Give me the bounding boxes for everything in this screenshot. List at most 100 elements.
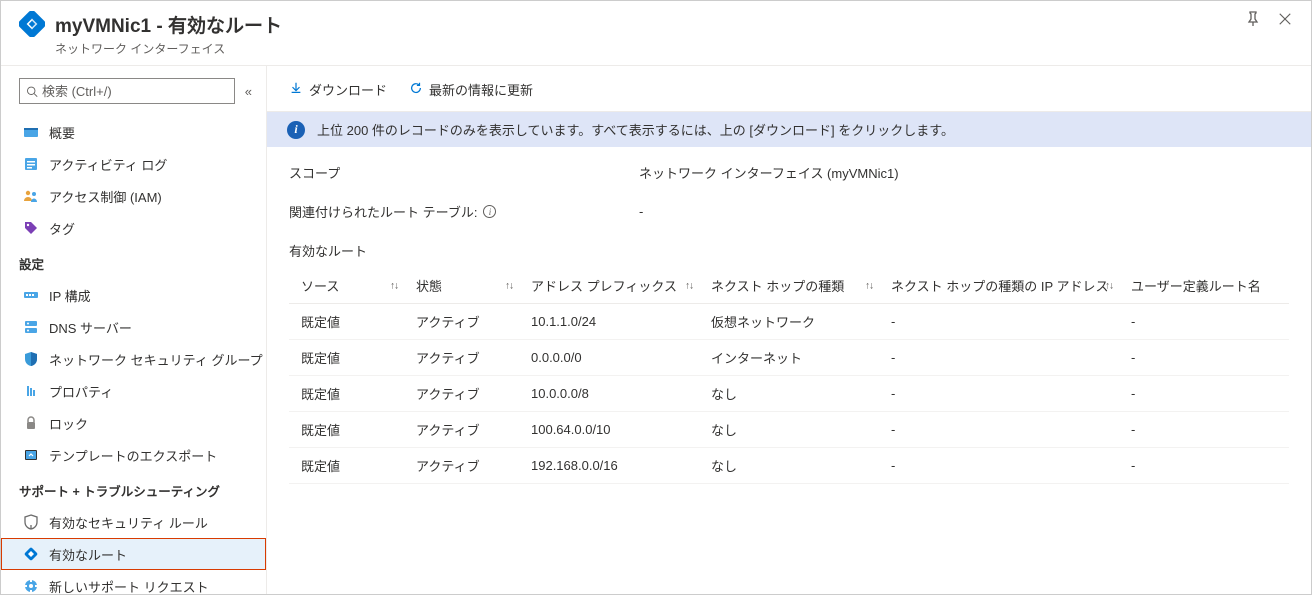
sidebar-item-label: 有効なルート (49, 545, 127, 564)
effsec-icon (23, 514, 39, 530)
nsg-icon (23, 351, 39, 367)
column-header[interactable]: アドレス プレフィックス↑↓ (519, 268, 699, 304)
cell-ip: - (879, 340, 1119, 376)
cell-ip: - (879, 448, 1119, 484)
column-header[interactable]: ユーザー定義ルート名 (1119, 268, 1289, 304)
sort-icon: ↑↓ (865, 280, 873, 291)
lock-icon (23, 415, 39, 431)
sort-icon: ↑↓ (685, 280, 693, 291)
sidebar-item-support[interactable]: 新しいサポート リクエスト (1, 570, 266, 602)
sidebar-item-label: タグ (49, 219, 75, 238)
column-header[interactable]: ソース↑↓ (289, 268, 404, 304)
cell-hop: 仮想ネットワーク (699, 304, 879, 340)
column-header[interactable]: 状態↑↓ (404, 268, 519, 304)
sidebar-item-tags[interactable]: タグ (1, 212, 266, 244)
info-tooltip-icon[interactable]: i (483, 205, 496, 218)
tags-icon (23, 220, 39, 236)
scope-label: スコープ (289, 163, 639, 182)
dns-icon (23, 319, 39, 335)
cell-hop: なし (699, 448, 879, 484)
table-row[interactable]: 既定値アクティブ10.0.0.0/8なし-- (289, 376, 1289, 412)
export-icon (23, 447, 39, 463)
download-icon (289, 81, 303, 98)
sidebar-item-label: 概要 (49, 123, 75, 142)
cell-hop: インターネット (699, 340, 879, 376)
scope-value: ネットワーク インターフェイス (myVMNic1) (639, 163, 899, 182)
cell-src: 既定値 (289, 304, 404, 340)
cell-prefix: 192.168.0.0/16 (519, 448, 699, 484)
cell-state: アクティブ (404, 448, 519, 484)
sidebar-item-ipconfig[interactable]: IP 構成 (1, 279, 266, 311)
cell-hop: なし (699, 376, 879, 412)
sidebar-item-export[interactable]: テンプレートのエクスポート (1, 439, 266, 471)
sidebar-item-effsec[interactable]: 有効なセキュリティ ルール (1, 506, 266, 538)
info-message: 上位 200 件のレコードのみを表示しています。すべて表示するには、上の [ダウ… (317, 120, 954, 139)
sidebar-group-heading: 設定 (1, 244, 266, 279)
sort-icon: ↑↓ (505, 280, 513, 291)
cell-user: - (1119, 448, 1289, 484)
cell-state: アクティブ (404, 340, 519, 376)
props-icon (23, 383, 39, 399)
cell-user: - (1119, 376, 1289, 412)
search-input[interactable] (42, 84, 228, 99)
table-row[interactable]: 既定値アクティブ100.64.0.0/10なし-- (289, 412, 1289, 448)
table-row[interactable]: 既定値アクティブ10.1.1.0/24仮想ネットワーク-- (289, 304, 1289, 340)
sidebar-item-label: ロック (49, 414, 88, 433)
sidebar-item-effroute[interactable]: 有効なルート (1, 538, 266, 570)
cell-hop: なし (699, 412, 879, 448)
sidebar-item-label: アクセス制御 (IAM) (49, 187, 162, 206)
sidebar-search[interactable] (19, 78, 235, 104)
download-label: ダウンロード (309, 80, 387, 99)
support-icon (23, 578, 39, 594)
sidebar-item-label: プロパティ (49, 382, 113, 401)
sidebar-item-overview[interactable]: 概要 (1, 116, 266, 148)
sidebar: « 概要アクティビティ ログアクセス制御 (IAM) タグ 設定 IP 構成 DNS … (1, 66, 267, 594)
close-button[interactable] (1277, 11, 1293, 27)
resource-icon (19, 11, 45, 37)
cell-state: アクティブ (404, 304, 519, 340)
route-table-label: 関連付けられたルート テーブル: i (289, 202, 639, 221)
routes-table: ソース↑↓状態↑↓アドレス プレフィックス↑↓ネクスト ホップの種類↑↓ネクスト… (289, 268, 1289, 484)
refresh-label: 最新の情報に更新 (429, 80, 533, 99)
cell-prefix: 0.0.0.0/0 (519, 340, 699, 376)
sidebar-item-dns[interactable]: DNS サーバー (1, 311, 266, 343)
cell-prefix: 10.0.0.0/8 (519, 376, 699, 412)
cell-src: 既定値 (289, 340, 404, 376)
column-header[interactable]: ネクスト ホップの種類の IP アドレス↑↓ (879, 268, 1119, 304)
table-row[interactable]: 既定値アクティブ192.168.0.0/16なし-- (289, 448, 1289, 484)
sidebar-item-label: テンプレートのエクスポート (49, 446, 217, 465)
collapse-sidebar-button[interactable]: « (245, 84, 252, 99)
sidebar-item-label: アクティビティ ログ (49, 155, 167, 174)
info-bar: i 上位 200 件のレコードのみを表示しています。すべて表示するには、上の [… (267, 112, 1311, 147)
sidebar-item-iam[interactable]: アクセス制御 (IAM) (1, 180, 266, 212)
sidebar-item-props[interactable]: プロパティ (1, 375, 266, 407)
sidebar-item-lock[interactable]: ロック (1, 407, 266, 439)
cell-user: - (1119, 412, 1289, 448)
cell-src: 既定値 (289, 448, 404, 484)
table-row[interactable]: 既定値アクティブ0.0.0.0/0インターネット-- (289, 340, 1289, 376)
table-title: 有効なルート (289, 241, 1289, 260)
refresh-icon (409, 81, 423, 98)
download-button[interactable]: ダウンロード (289, 80, 387, 99)
sidebar-group-heading: サポート + トラブルシューティング (1, 471, 266, 506)
cell-src: 既定値 (289, 376, 404, 412)
info-icon: i (287, 121, 305, 139)
page-subtitle: ネットワーク インターフェイス (55, 40, 1245, 57)
column-header[interactable]: ネクスト ホップの種類↑↓ (699, 268, 879, 304)
cell-ip: - (879, 412, 1119, 448)
sidebar-item-nsg[interactable]: ネットワーク セキュリティ グループ (1, 343, 266, 375)
activity-icon (23, 156, 39, 172)
sidebar-item-activity[interactable]: アクティビティ ログ (1, 148, 266, 180)
pin-button[interactable] (1245, 11, 1261, 27)
cell-src: 既定値 (289, 412, 404, 448)
cell-user: - (1119, 304, 1289, 340)
sidebar-item-label: 新しいサポート リクエスト (49, 577, 209, 596)
refresh-button[interactable]: 最新の情報に更新 (409, 80, 533, 99)
route-table-value: - (639, 204, 643, 219)
sidebar-item-label: ネットワーク セキュリティ グループ (49, 350, 263, 369)
sidebar-item-label: IP 構成 (49, 286, 91, 305)
effroute-icon (23, 546, 39, 562)
ip-icon (23, 287, 39, 303)
sidebar-item-label: DNS サーバー (49, 318, 132, 337)
cell-ip: - (879, 304, 1119, 340)
